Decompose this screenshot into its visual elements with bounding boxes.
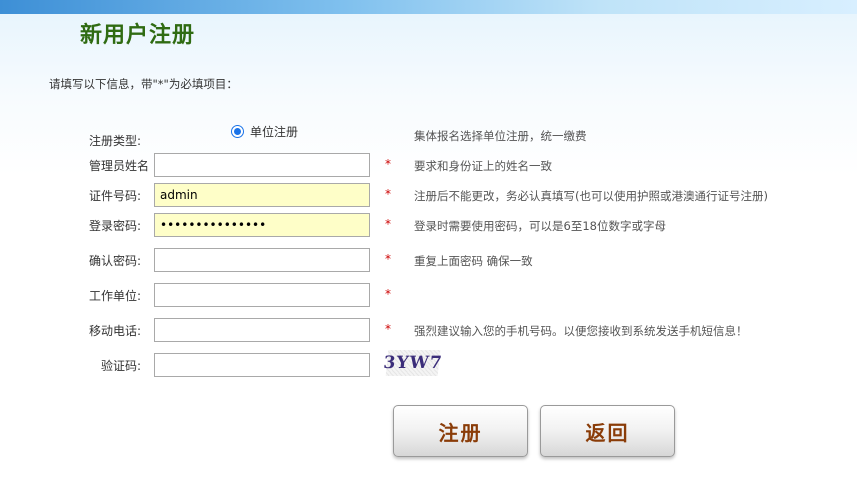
required-star: * bbox=[385, 157, 391, 171]
back-button[interactable]: 返回 bbox=[540, 405, 675, 457]
admin-name-label: 管理员姓名 bbox=[89, 159, 150, 173]
mobile-label: 移动电话: bbox=[89, 324, 142, 338]
admin-name-input[interactable] bbox=[154, 153, 370, 177]
id-number-label: 证件号码: bbox=[89, 189, 142, 203]
work-unit-label: 工作单位: bbox=[89, 289, 142, 303]
row-reg-type: 注册类型: 单位注册 集体报名选择单位注册，统一缴费 bbox=[0, 125, 857, 154]
required-hint: 请填写以下信息，带"*"为必填项目： bbox=[49, 77, 238, 91]
row-captcha: 验证码: 3YW7 bbox=[0, 350, 857, 379]
page-title: 新用户注册 bbox=[80, 23, 196, 48]
id-number-note: 注册后不能更改，务必认真填写(也可以使用护照或港澳通行证号注册) bbox=[414, 189, 768, 203]
captcha-label: 验证码: bbox=[101, 359, 142, 373]
confirm-password-label: 确认密码: bbox=[89, 254, 142, 268]
captcha-image[interactable]: 3YW7 bbox=[383, 350, 444, 376]
reg-type-radio-unit[interactable]: 单位注册 bbox=[231, 123, 298, 140]
row-admin-name: 管理员姓名 * 要求和身份证上的姓名一致 bbox=[0, 153, 857, 179]
required-star: * bbox=[385, 252, 391, 266]
mobile-note: 强烈建议输入您的手机号码。以便您接收到系统发送手机短信息！ bbox=[414, 324, 748, 338]
password-input[interactable] bbox=[154, 213, 370, 237]
confirm-password-note: 重复上面密码 确保一致 bbox=[414, 254, 533, 268]
required-star: * bbox=[385, 187, 391, 201]
id-number-input[interactable] bbox=[154, 183, 370, 207]
top-banner bbox=[0, 0, 857, 14]
password-label: 登录密码: bbox=[89, 219, 142, 233]
captcha-input[interactable] bbox=[154, 353, 370, 377]
row-mobile: 移动电话: * 强烈建议输入您的手机号码。以便您接收到系统发送手机短信息！ bbox=[0, 318, 857, 344]
mobile-input[interactable] bbox=[154, 318, 370, 342]
confirm-password-input[interactable] bbox=[154, 248, 370, 272]
reg-type-option-label: 单位注册 bbox=[250, 125, 299, 139]
password-note: 登录时需要使用密码，可以是6至18位数字或字母 bbox=[414, 219, 666, 233]
reg-type-label: 注册类型: bbox=[89, 134, 142, 148]
row-work-unit: 工作单位: * bbox=[0, 283, 857, 309]
row-confirm-password: 确认密码: * 重复上面密码 确保一致 bbox=[0, 248, 857, 274]
required-star: * bbox=[385, 217, 391, 231]
radio-selected-icon[interactable] bbox=[231, 125, 244, 138]
row-id-number: 证件号码: * 注册后不能更改，务必认真填写(也可以使用护照或港澳通行证号注册) bbox=[0, 183, 857, 209]
admin-name-note: 要求和身份证上的姓名一致 bbox=[414, 159, 552, 173]
register-button[interactable]: 注册 bbox=[393, 405, 528, 457]
reg-type-note: 集体报名选择单位注册，统一缴费 bbox=[414, 129, 587, 143]
required-star: * bbox=[385, 322, 391, 336]
required-star: * bbox=[385, 287, 391, 301]
row-password: 登录密码: * 登录时需要使用密码，可以是6至18位数字或字母 bbox=[0, 213, 857, 239]
work-unit-input[interactable] bbox=[154, 283, 370, 307]
